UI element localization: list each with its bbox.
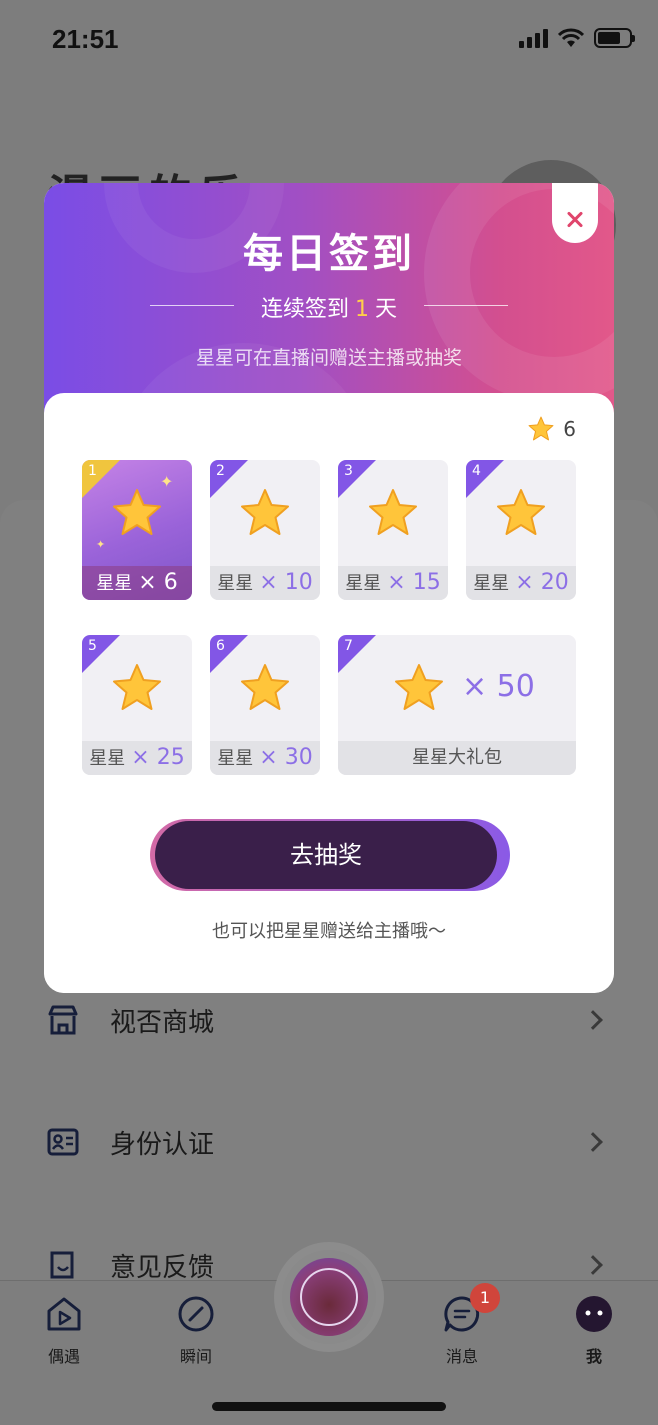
reward-label: 星星 [96,573,133,594]
reward-label: 星星 [345,573,382,594]
tab-message[interactable]: 1 消息 [422,1283,502,1367]
star-icon [113,664,161,710]
day-reward: 星星 × 30 [210,741,320,775]
camera-ring-icon [300,1268,358,1326]
reward-multiplier: × 30 [259,745,313,770]
day-reward: 星星 × 10 [210,566,320,600]
reward-label: 星星 [217,748,254,769]
id-card-icon [47,1128,79,1156]
day-reward: 星星 × 25 [82,741,192,775]
profile-icon [576,1296,612,1332]
chevron-right-icon [583,1255,603,1275]
tab-me[interactable]: 我 [554,1295,634,1367]
star-icon [497,489,545,535]
menu-label: 身份认证 [110,1129,215,1160]
modal-title: 每日签到 [243,231,415,277]
day-number: 6 [216,638,225,654]
menu-label: 意见反馈 [110,1252,215,1283]
day-number: 4 [472,463,481,479]
day-card-7[interactable]: 7 × 50 星星大礼包 [338,635,576,775]
menu-row-identity[interactable]: 身份认证 [0,1102,658,1182]
day-reward: 星星 × 6 [82,566,192,600]
tab-label: 我 [585,1347,602,1366]
day-number: 1 [88,463,97,479]
star-icon [528,416,554,441]
day-number: 3 [344,463,353,479]
sparkle-icon: ✦ [96,538,106,551]
chevron-right-icon [583,1010,603,1030]
reward-label: 星星 [89,748,126,769]
live-button[interactable] [282,1250,376,1344]
status-bar: 21:51 [0,0,658,80]
menu-label: 视否商城 [110,1007,215,1038]
wifi-icon [558,28,584,47]
day-reward: 星星 × 15 [338,566,448,600]
day-card-3[interactable]: 3 星星 × 15 [338,460,448,600]
day-number: 7 [344,638,353,654]
reward-multiplier: × 50 [462,669,535,704]
day-reward: 星星 × 20 [466,566,576,600]
tab-moment[interactable]: 瞬间 [156,1295,236,1367]
reward-label: 星星 [217,573,254,594]
reward-multiplier: × 20 [515,570,569,595]
streak-text: 连续签到 1 天 [44,291,614,323]
reward-label: 星星大礼包 [412,747,502,768]
day-card-2[interactable]: 2 星星 × 10 [210,460,320,600]
daily-checkin-modal: 每日签到 连续签到 1 天 星星可在直播间赠送主播或抽奖 6 1 ✦ ✦ 星星 × 6 [44,183,614,993]
reward-multiplier: × 6 [138,570,178,595]
tab-label: 消息 [445,1347,478,1366]
star-icon [369,489,417,535]
star-icon [395,664,443,710]
home-indicator[interactable] [212,1402,446,1411]
signal-icon [519,28,548,48]
tab-label: 瞬间 [179,1347,212,1366]
moment-icon [178,1296,214,1332]
day-card-1[interactable]: 1 ✦ ✦ 星星 × 6 [82,460,192,600]
star-balance: 6 [527,415,576,443]
star-icon [241,489,289,535]
modal-header: 每日签到 连续签到 1 天 星星可在直播间赠送主播或抽奖 [44,183,614,423]
reward-multiplier: × 15 [387,570,441,595]
streak-days: 1 [355,297,369,322]
status-icons [519,28,635,48]
star-icon [241,664,289,710]
reward-multiplier: × 25 [131,745,185,770]
reward-label: 星星 [473,573,510,594]
day-number: 2 [216,463,225,479]
star-icon [113,489,161,535]
day-reward: 星星大礼包 [338,741,576,775]
star-balance-value: 6 [563,417,576,441]
message-badge: 1 [470,1283,500,1313]
close-button[interactable] [552,183,598,243]
status-time: 21:51 [52,24,119,54]
day-card-4[interactable]: 4 星星 × 20 [466,460,576,600]
tab-encounter[interactable]: 偶遇 [24,1295,104,1367]
battery-icon [594,28,635,48]
modal-subtitle: 星星可在直播间赠送主播或抽奖 [195,347,462,369]
day-number: 5 [88,638,97,654]
feedback-icon [50,1251,74,1279]
modal-body: 6 1 ✦ ✦ 星星 × 6 2 星星 × 10 3 星星 × 15 4 星星 … [44,393,614,993]
store-icon [48,1005,78,1035]
reward-multiplier: × 10 [259,570,313,595]
day-card-6[interactable]: 6 星星 × 30 [210,635,320,775]
encounter-icon [47,1297,81,1331]
streak-suffix: 天 [375,297,398,322]
chevron-right-icon [583,1132,603,1152]
streak-prefix: 连续签到 [260,297,349,322]
lottery-button[interactable]: 去抽奖 [155,821,497,889]
lottery-button-wrap: 去抽奖 [150,819,510,891]
tab-label: 偶遇 [47,1347,80,1366]
gift-hint: 也可以把星星赠送给主播哦～ [212,921,446,942]
day-card-5[interactable]: 5 星星 × 25 [82,635,192,775]
